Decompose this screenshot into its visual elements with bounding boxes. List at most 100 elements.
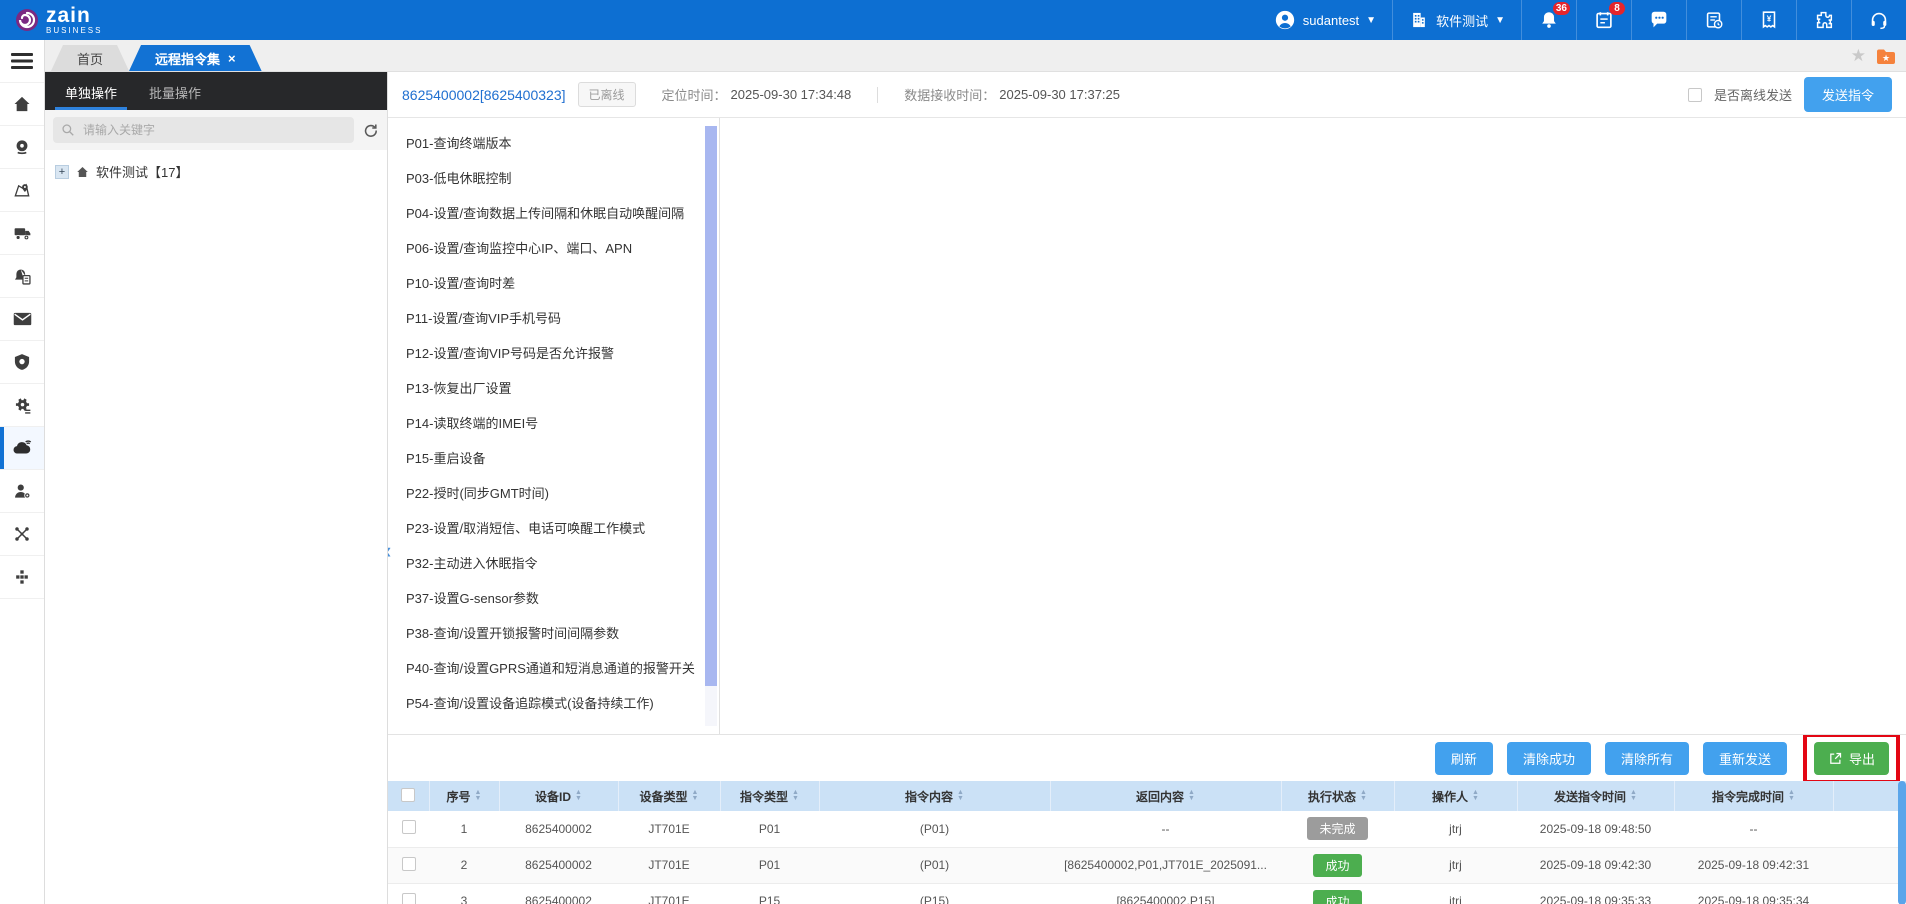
command-item[interactable]: P38-查询/设置开锁报警时间间隔参数 [406,616,695,651]
sidebar-item-vehicles[interactable] [0,212,44,255]
command-item[interactable]: P06-设置/查询监控中心IP、端口、APN [406,231,695,266]
sidebar-item-tracking[interactable] [0,169,44,212]
command-item[interactable]: P10-设置/查询时差 [406,266,695,301]
command-list-scrollbar[interactable] [705,126,717,726]
command-item[interactable]: P14-读取终端的IMEI号 [406,406,695,441]
search-box [53,117,354,143]
sort-icon[interactable]: ▲▼ [1360,790,1367,802]
refresh-icon[interactable] [362,122,379,139]
tree-node-root[interactable]: + 软件测试【17】 [55,162,377,181]
billing-button[interactable]: ¥ [1741,0,1796,40]
col-extra [1833,781,1906,811]
sort-icon[interactable]: ▲▼ [475,790,482,802]
messages-button[interactable] [1631,0,1686,40]
status-badge: 已离线 [578,82,636,107]
offline-send-checkbox[interactable] [1688,88,1702,102]
support-button[interactable] [1851,0,1906,40]
plugins-button[interactable] [1796,0,1851,40]
table-row[interactable]: 1 8625400002 JT701E P01 (P01) -- 未完成 jtr… [388,811,1906,847]
command-item[interactable]: P23-设置/取消短信、电话可唤醒工作模式 [406,511,695,546]
command-item[interactable]: P37-设置G-sensor参数 [406,581,695,616]
menu-toggle-button[interactable] [0,40,44,83]
offline-send-label: 是否离线发送 [1714,85,1792,104]
export-button[interactable]: 导出 [1814,742,1889,775]
search-row [45,110,387,150]
sort-icon[interactable]: ▲▼ [575,790,582,802]
sort-icon[interactable]: ▲▼ [1188,790,1195,802]
sidebar-item-messages[interactable] [0,298,44,341]
sidebar-item-dispatch[interactable] [0,513,44,556]
notifications-button[interactable]: 36 [1521,0,1576,40]
sort-icon[interactable]: ▲▼ [957,790,964,802]
tab-single-operation-label: 单独操作 [65,86,117,101]
command-item[interactable]: P22-授时(同步GMT时间) [406,476,695,511]
tab-batch-operation-label: 批量操作 [149,86,201,101]
table-scrollbar[interactable] [1898,781,1906,904]
sort-icon[interactable]: ▲▼ [1788,790,1795,802]
command-item[interactable]: P01-查询终端版本 [406,126,695,161]
col-cmd-content: 指令内容▲▼ [819,781,1050,811]
select-all-checkbox[interactable] [401,788,415,802]
sort-icon[interactable]: ▲▼ [792,790,799,802]
command-item[interactable]: P04-设置/查询数据上传间隔和休眠自动唤醒间隔 [406,196,695,231]
table-row[interactable]: 2 8625400002 JT701E P01 (P01) [862540000… [388,847,1906,883]
search-icon [61,123,75,137]
favorite-star-icon[interactable]: ★ [1851,46,1866,66]
schedule-button[interactable] [1686,0,1741,40]
row-checkbox[interactable] [402,820,416,834]
annotation-highlight: 导出 [1803,734,1900,784]
svg-text:★: ★ [1882,53,1890,63]
device-id-link[interactable]: 8625400002[8625400323] [402,87,566,103]
command-item[interactable]: P54-查询/设置设备追踪模式(设备持续工作) [406,686,695,721]
command-item[interactable]: P13-恢复出厂设置 [406,371,695,406]
sidebar-item-monitoring[interactable] [0,126,44,169]
sort-icon[interactable]: ▲▼ [1630,790,1637,802]
send-command-button[interactable]: 发送指令 [1804,77,1892,112]
sidebar-item-home[interactable] [0,83,44,126]
sort-icon[interactable]: ▲▼ [692,790,699,802]
tab-batch-operation[interactable]: 批量操作 [133,74,217,110]
left-panel-tabs: 单独操作 批量操作 [45,72,387,110]
favorites-folder-icon[interactable]: ★ [1876,48,1896,65]
collapse-panel-icon[interactable]: ‹ [388,538,391,564]
hamburger-icon [11,52,33,70]
org-menu[interactable]: 软件测试 ▼ [1392,0,1521,40]
clear-all-button[interactable]: 清除所有 [1605,742,1689,775]
scrollbar-thumb[interactable] [705,126,717,686]
user-menu[interactable]: sudantest ▼ [1258,0,1392,40]
tab-remote-commands[interactable]: 远程指令集 × [129,45,262,71]
sidebar-item-user-management[interactable] [0,470,44,513]
refresh-button[interactable]: 刷新 [1435,742,1493,775]
command-item[interactable]: P40-查询/设置GPRS通道和短消息通道的报警开关 [406,651,695,686]
command-item[interactable]: P32-主动进入休眠指令 [406,546,695,581]
sidebar-item-security[interactable] [0,341,44,384]
brand-name: zain [46,5,102,26]
sidebar-item-applications[interactable] [0,556,44,599]
user-avatar-icon [1274,9,1296,31]
tab-home[interactable]: 首页 [51,45,129,71]
tree-node-label: 软件测试【17】 [96,162,188,181]
sort-icon[interactable]: ▲▼ [1472,790,1479,802]
export-icon [1828,751,1843,766]
search-input[interactable] [81,122,346,138]
resend-button[interactable]: 重新发送 [1703,742,1787,775]
col-device-type: 设备类型▲▼ [618,781,720,811]
gear-list-icon [12,395,33,416]
clear-success-button[interactable]: 清除成功 [1507,742,1591,775]
expand-icon[interactable]: + [55,165,69,179]
row-checkbox[interactable] [402,857,416,871]
close-tab-icon[interactable]: × [228,51,236,66]
command-item[interactable]: P15-重启设备 [406,441,695,476]
sidebar-item-remote-commands[interactable] [0,427,44,470]
command-item[interactable]: P03-低电休眠控制 [406,161,695,196]
svg-text:¥: ¥ [1767,14,1772,23]
zain-logo: zain BUSINESS [0,5,102,35]
tasks-button[interactable]: 8 [1576,0,1631,40]
row-checkbox[interactable] [402,893,416,904]
command-item[interactable]: P12-设置/查询VIP号码是否允许报警 [406,336,695,371]
sidebar-item-alarm-report[interactable] [0,255,44,298]
tab-single-operation[interactable]: 单独操作 [49,74,133,110]
sidebar-item-settings[interactable] [0,384,44,427]
command-item[interactable]: P11-设置/查询VIP手机号码 [406,301,695,336]
table-row[interactable]: 3 8625400002 JT701E P15 (P15) [862540000… [388,883,1906,904]
